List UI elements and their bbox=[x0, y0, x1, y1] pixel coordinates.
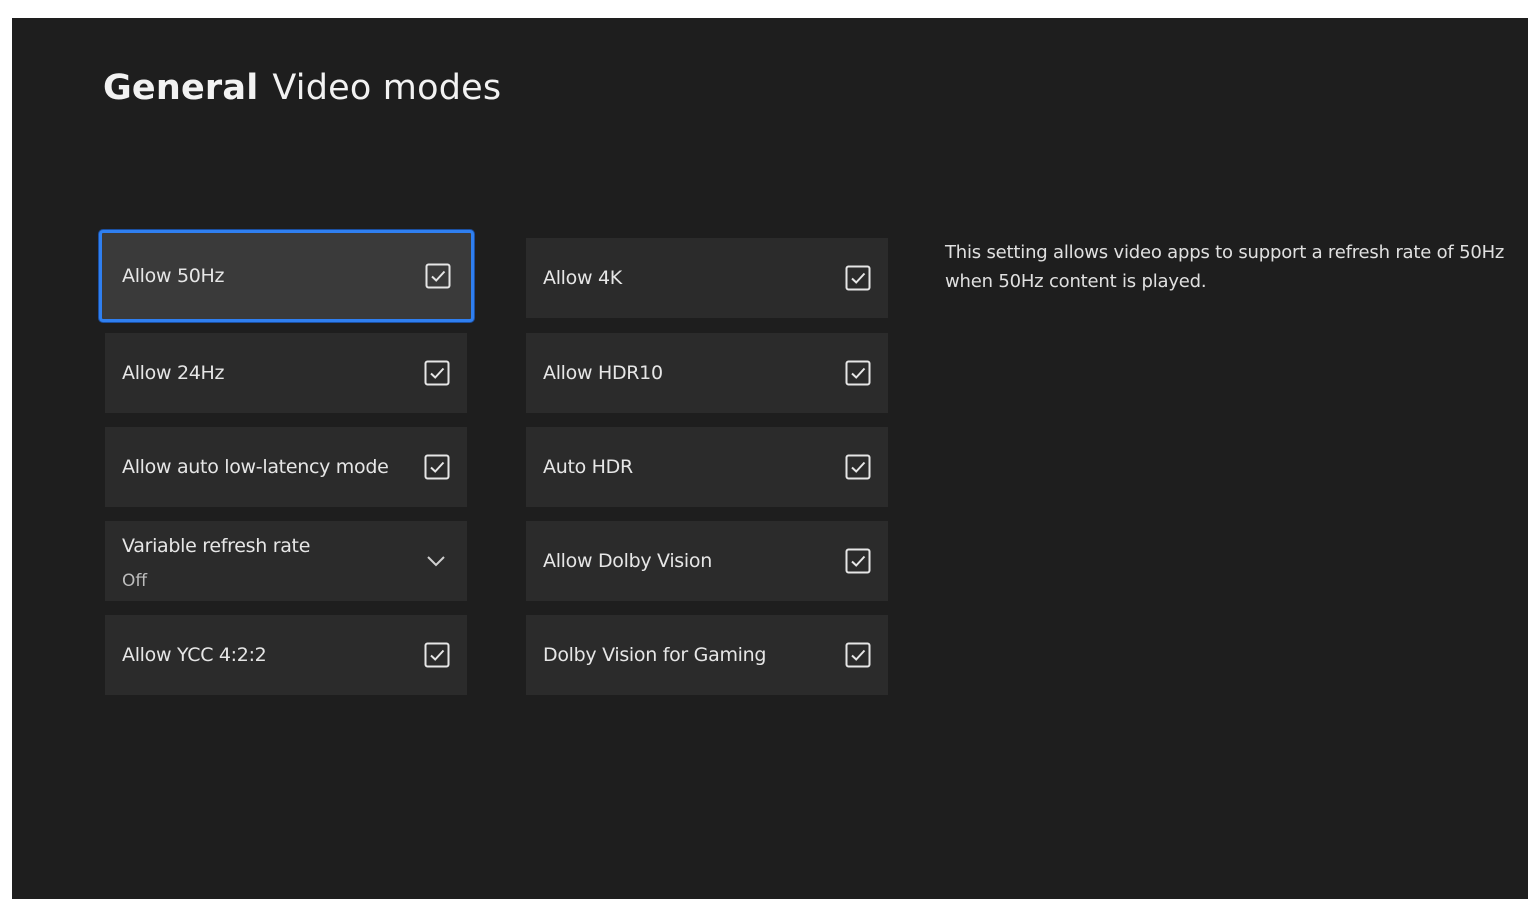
checkbox-checked-icon bbox=[424, 454, 450, 480]
checkbox-checked-icon bbox=[845, 265, 871, 291]
settings-screen: General Video modes Allow 50Hz Allow 24Hz… bbox=[12, 18, 1528, 899]
checkbox-checked-icon bbox=[845, 548, 871, 574]
allow-ycc-422-checkbox[interactable]: Allow YCC 4:2:2 bbox=[105, 615, 467, 695]
breadcrumb: General bbox=[103, 68, 259, 108]
allow-auto-low-latency-checkbox[interactable]: Allow auto low-latency mode bbox=[105, 427, 467, 507]
checkbox-checked-icon bbox=[425, 263, 451, 289]
checkbox-checked-icon bbox=[845, 642, 871, 668]
checkbox-checked-icon bbox=[424, 360, 450, 386]
page-header: General Video modes bbox=[103, 68, 501, 108]
dolby-vision-gaming-checkbox[interactable]: Dolby Vision for Gaming bbox=[526, 615, 888, 695]
auto-hdr-checkbox[interactable]: Auto HDR bbox=[526, 427, 888, 507]
setting-label: Allow 24Hz bbox=[122, 362, 225, 384]
setting-label: Dolby Vision for Gaming bbox=[543, 644, 767, 666]
setting-label: Allow Dolby Vision bbox=[543, 550, 712, 572]
allow-4k-checkbox[interactable]: Allow 4K bbox=[526, 238, 888, 318]
setting-description: This setting allows video apps to suppor… bbox=[945, 242, 1505, 292]
allow-24hz-checkbox[interactable]: Allow 24Hz bbox=[105, 333, 467, 413]
checkbox-checked-icon bbox=[424, 642, 450, 668]
setting-label: Variable refresh rate bbox=[122, 535, 311, 557]
setting-label: Allow YCC 4:2:2 bbox=[122, 644, 267, 666]
chevron-down-icon bbox=[427, 556, 445, 567]
allow-50hz-checkbox[interactable]: Allow 50Hz bbox=[99, 230, 474, 322]
page-title: Video modes bbox=[272, 68, 502, 108]
setting-label: Allow HDR10 bbox=[543, 362, 663, 384]
setting-label: Allow 4K bbox=[543, 267, 622, 289]
setting-label: Allow auto low-latency mode bbox=[122, 456, 389, 478]
allow-dolby-vision-checkbox[interactable]: Allow Dolby Vision bbox=[526, 521, 888, 601]
dropdown-value: Off bbox=[122, 571, 148, 591]
allow-hdr10-checkbox[interactable]: Allow HDR10 bbox=[526, 333, 888, 413]
setting-label: Allow 50Hz bbox=[122, 265, 225, 287]
setting-label: Auto HDR bbox=[543, 456, 633, 478]
checkbox-checked-icon bbox=[845, 360, 871, 386]
checkbox-checked-icon bbox=[845, 454, 871, 480]
variable-refresh-rate-dropdown[interactable]: Variable refresh rate Off bbox=[105, 521, 467, 601]
